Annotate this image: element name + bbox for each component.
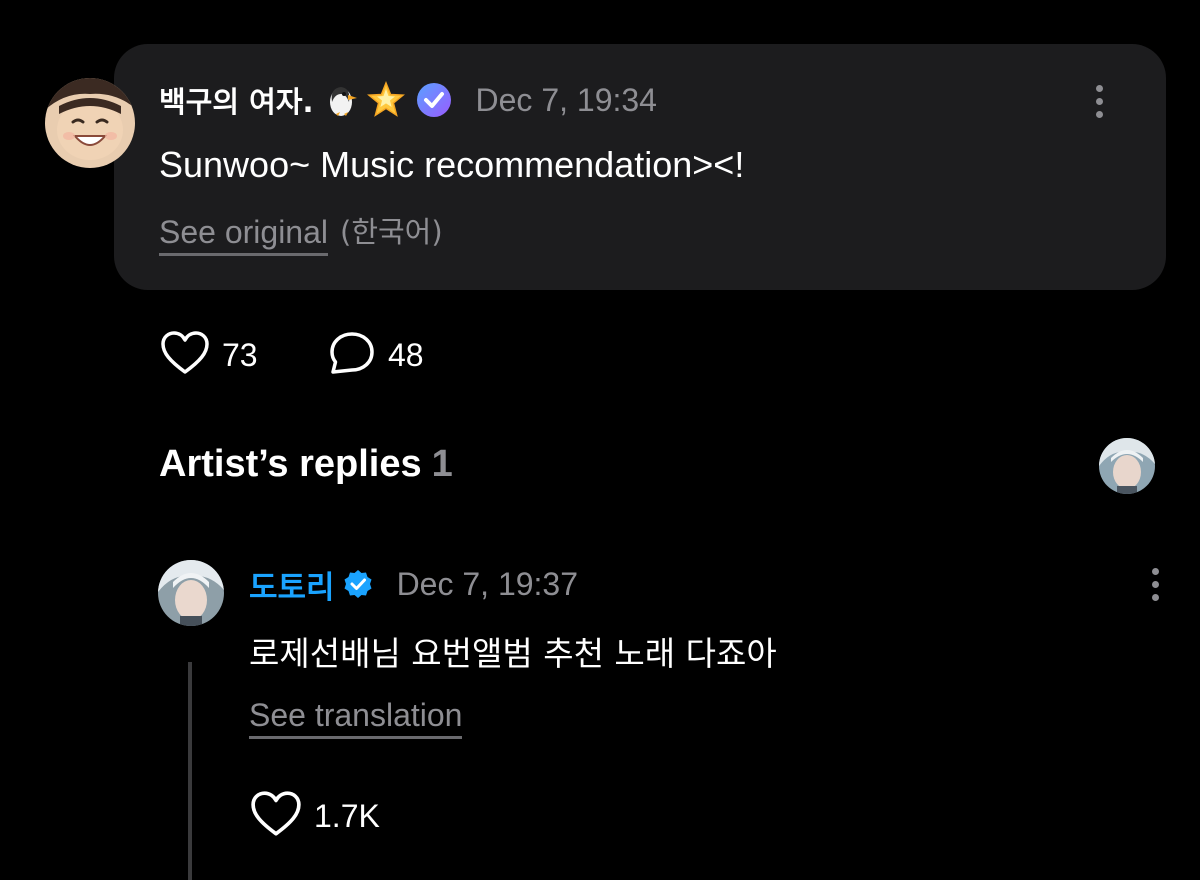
penguin-emoji-icon [324, 82, 360, 118]
reply-timestamp: Dec 7, 19:37 [396, 565, 579, 602]
post-like-button[interactable]: 73 [160, 330, 258, 381]
post-like-count: 73 [222, 337, 258, 373]
reply-more-options-icon[interactable] [1140, 562, 1170, 606]
heart-icon [160, 330, 210, 381]
reply-body-text: 로제선배님 요번앨범 추천 노래 다죠아 [249, 634, 777, 673]
post-more-options-icon[interactable] [1084, 79, 1114, 123]
reply-like-button[interactable]: 1.7K [250, 790, 380, 843]
artist-replies-heading: Artist’s replies 1 [159, 443, 453, 486]
verified-badge-icon [343, 569, 373, 599]
fan-post-card: 백구의 여자. Dec 7, 19:34 Sunwoo~ Music recom… [114, 44, 1166, 290]
post-author-name[interactable]: 백구의 여자. [159, 79, 314, 121]
post-comment-count: 48 [388, 337, 424, 373]
see-original-row: See original (한국어) [159, 214, 443, 256]
artist-replies-count: 1 [431, 443, 453, 485]
reply-thread-line [188, 662, 192, 880]
reply-author-avatar[interactable] [158, 560, 224, 626]
post-timestamp: Dec 7, 19:34 [475, 81, 657, 118]
post-body-text: Sunwoo~ Music recommendation><! [159, 144, 745, 185]
artist-replies-title: Artist’s replies [159, 443, 422, 485]
post-comment-button[interactable]: 48 [328, 330, 424, 381]
post-header: 백구의 여자. Dec 7, 19:34 [159, 80, 657, 120]
see-original-link[interactable]: See original [159, 214, 328, 256]
post-author-avatar[interactable] [45, 78, 135, 168]
comment-bubble-icon [328, 330, 376, 381]
glowing-star-emoji-icon [366, 80, 406, 120]
original-language-label: (한국어) [340, 215, 443, 249]
reply-like-count: 1.7K [314, 798, 380, 834]
reply-author-name[interactable]: 도토리 [249, 562, 335, 607]
reply-header: 도토리 Dec 7, 19:37 [249, 562, 578, 606]
member-badge-icon [416, 82, 452, 118]
artist-avatar-small[interactable] [1099, 438, 1155, 494]
heart-icon [250, 790, 302, 843]
see-translation-link[interactable]: See translation [249, 697, 463, 739]
